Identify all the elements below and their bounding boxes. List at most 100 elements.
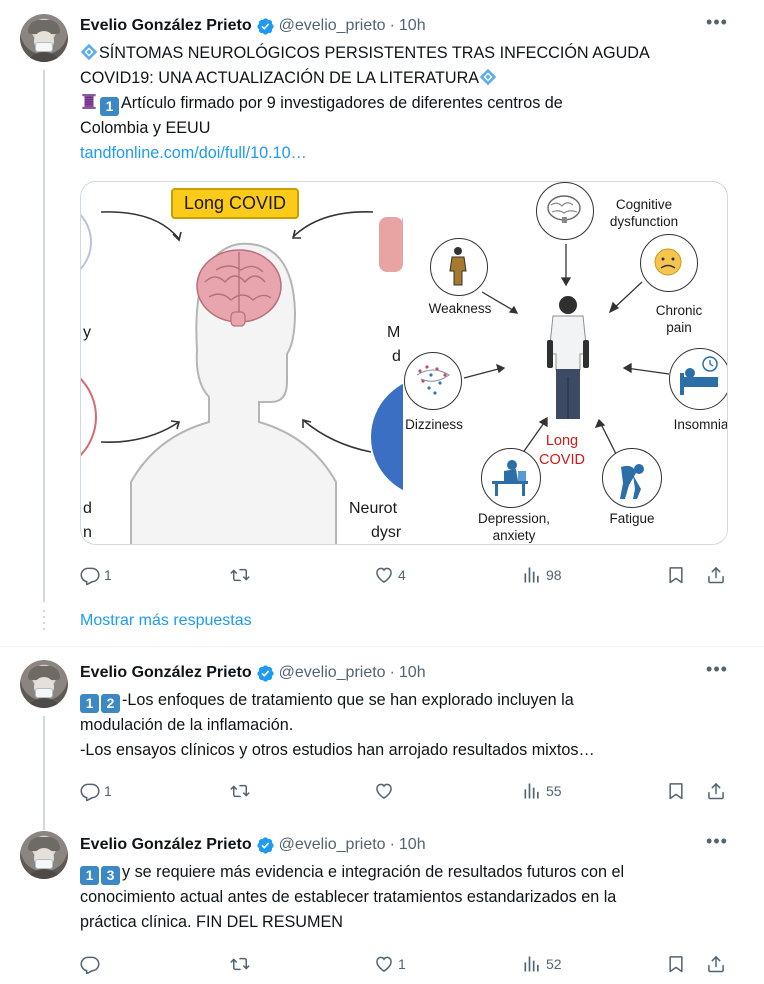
views-button[interactable]: 55: [522, 779, 562, 803]
long-covid-box: Long COVID: [171, 188, 299, 219]
reply-count: 1: [104, 783, 112, 799]
views-icon: [522, 781, 542, 801]
verified-icon[interactable]: [256, 836, 275, 855]
retweet-icon: [230, 954, 250, 974]
divider: [0, 646, 764, 647]
bookmark-icon: [666, 565, 686, 585]
author-handle[interactable]: @evelio_prieto: [279, 664, 386, 682]
reply-button[interactable]: [80, 952, 104, 976]
like-button[interactable]: 1: [374, 952, 406, 976]
share-button[interactable]: [706, 779, 726, 803]
fragment-text: d: [392, 348, 401, 365]
bookmark-button[interactable]: [666, 563, 686, 587]
reply-button[interactable]: 1: [80, 563, 112, 587]
fragment-text: M: [387, 324, 401, 341]
fragment-text: n: [83, 524, 92, 541]
share-button[interactable]: [706, 563, 726, 587]
head-illustration: [81, 211, 403, 544]
diamond-icon: [479, 68, 497, 86]
fragment-text: dysr: [371, 524, 402, 541]
more-icon[interactable]: •••: [706, 832, 728, 856]
diamond-icon: [80, 43, 98, 61]
verified-icon[interactable]: [256, 17, 275, 36]
tweet-line: 13y se requiere más evidencia e integrac…: [80, 860, 720, 885]
figure-left: Long COVID y M d d n Neurot dysr: [81, 182, 403, 544]
tweet-line: modulación de la inflamación.: [80, 716, 294, 734]
cognitive-label: Cognitive dysfunction: [609, 197, 679, 229]
timestamp[interactable]: 10h: [399, 664, 426, 682]
views-icon: [522, 954, 542, 974]
tweet-actions: 1 4 98: [80, 563, 730, 587]
avatar[interactable]: [20, 14, 68, 62]
share-icon: [706, 954, 726, 974]
fragment-text: d: [83, 500, 92, 517]
like-icon: [374, 954, 394, 974]
like-count: 1: [398, 956, 406, 972]
retweet-button[interactable]: [230, 779, 250, 803]
views-button[interactable]: 52: [522, 952, 562, 976]
more-icon[interactable]: •••: [706, 13, 728, 37]
author-handle[interactable]: @evelio_prieto: [279, 836, 386, 854]
insomnia-node: [669, 348, 727, 410]
reply-icon: [80, 565, 100, 585]
bookmark-button[interactable]: [666, 779, 686, 803]
tweet-line: SÍNTOMAS NEUROLÓGICOS PERSISTENTES TRAS …: [80, 41, 720, 66]
tweet-header: Evelio González Prieto @evelio_prieto · …: [80, 662, 426, 684]
keycap-badge: 1: [100, 97, 119, 116]
fragment-text: y: [83, 324, 91, 341]
avatar[interactable]: [20, 660, 68, 708]
article-link[interactable]: tandfonline.com/doi/full/10.10…: [80, 141, 720, 166]
thread-gap-dots: [43, 610, 45, 634]
timestamp[interactable]: 10h: [399, 17, 426, 35]
tweet-actions: 1 55: [80, 779, 730, 803]
retweet-button[interactable]: [230, 563, 250, 587]
reply-count: 1: [104, 567, 112, 583]
thread-line: [43, 716, 45, 830]
chronic-pain-label: Chronic pain: [655, 303, 703, 335]
tweet-header: Evelio González Prieto @evelio_prieto · …: [80, 834, 426, 856]
author-name[interactable]: Evelio González Prieto: [80, 664, 252, 682]
tweet-text: 1 2 -Los enfoques de tratamiento que se ha…: [80, 688, 720, 763]
like-button[interactable]: [374, 779, 398, 803]
tweet-line: Colombia y EEUU: [80, 119, 211, 137]
author-name[interactable]: Evelio González Prieto: [80, 836, 252, 854]
views-icon: [522, 565, 542, 585]
dizziness-node: [404, 352, 462, 410]
figure-right: Cognitive dysfunction Weakness Chronic pai…: [404, 182, 727, 544]
tweet-media[interactable]: Long COVID y M d d n Neurot dysr Cogniti…: [80, 181, 728, 545]
show-more-replies-link[interactable]: Mostrar más respuestas: [80, 612, 252, 630]
avatar[interactable]: [20, 831, 68, 879]
share-icon: [706, 565, 726, 585]
retweet-button[interactable]: [230, 952, 250, 976]
share-icon: [706, 781, 726, 801]
tweet-actions: 1 52: [80, 952, 730, 976]
author-handle[interactable]: @evelio_prieto: [279, 17, 386, 35]
weakness-node: [430, 238, 488, 296]
author-name[interactable]: Evelio González Prieto: [80, 17, 252, 35]
reply-button[interactable]: 1: [80, 779, 112, 803]
thread-spool-icon: [80, 92, 98, 111]
tweet-line: -Los ensayos clínicos y otros estudios h…: [80, 741, 595, 759]
share-button[interactable]: [706, 952, 726, 976]
separator-dot: ·: [389, 836, 395, 853]
retweet-icon: [230, 781, 250, 801]
keycap-badge: 2: [101, 694, 120, 713]
depression-label: Depression, anxiety: [477, 511, 551, 543]
tweet-line: conocimiento actual antes de establecer …: [80, 888, 617, 906]
more-icon[interactable]: •••: [706, 660, 728, 684]
like-button[interactable]: 4: [374, 563, 406, 587]
separator-dot: ·: [389, 17, 395, 34]
thread-line: [43, 70, 45, 602]
views-button[interactable]: 98: [522, 563, 562, 587]
bookmark-button[interactable]: [666, 952, 686, 976]
keycap-badge: 3: [101, 866, 120, 885]
weakness-label: Weakness: [428, 301, 492, 316]
fragment-text: Neurot: [349, 500, 398, 517]
tweet-text: 13y se requiere más evidencia e integrac…: [80, 860, 720, 935]
chronic-pain-node: [640, 234, 698, 292]
verified-icon[interactable]: [256, 664, 275, 683]
keycap-badge: 1: [80, 866, 99, 885]
timestamp[interactable]: 10h: [399, 836, 426, 854]
fatigue-node: [602, 448, 662, 508]
view-count: 55: [546, 783, 562, 799]
